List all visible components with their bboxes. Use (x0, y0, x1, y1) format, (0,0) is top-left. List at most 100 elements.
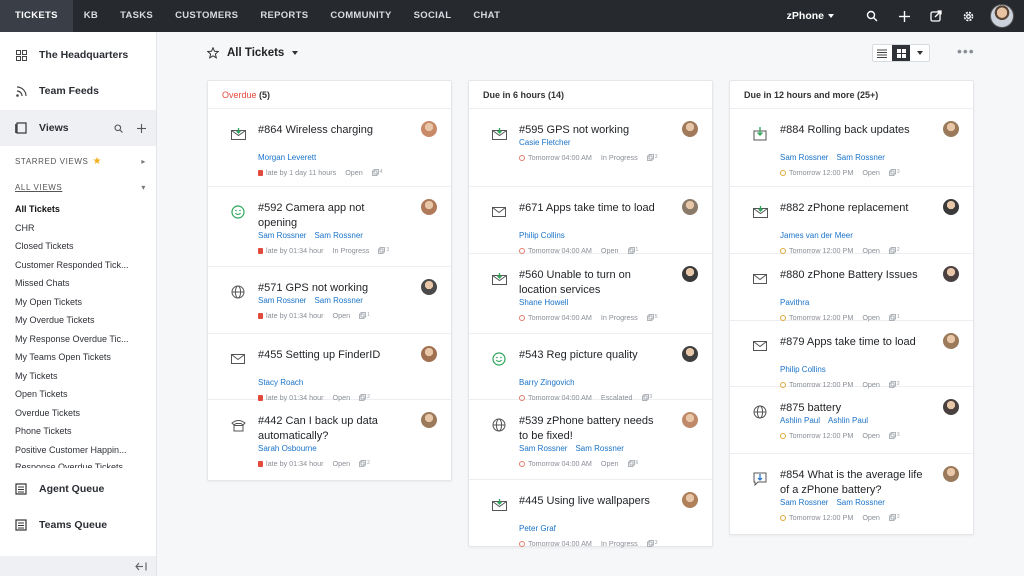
agent-link[interactable]: James van der Meer (780, 231, 853, 240)
ticket-title[interactable]: #442 Can I back up data automatically? (258, 414, 404, 444)
assignee-avatar[interactable] (943, 466, 959, 482)
ticket-card[interactable]: #560 Unable to turn on location services… (469, 254, 712, 334)
view-item[interactable]: Open Tickets (15, 385, 137, 404)
ticket-title[interactable]: #543 Reg picture quality (519, 348, 665, 363)
assignee-avatar[interactable] (943, 266, 959, 282)
ticket-card[interactable]: #445 Using live wallpapers Peter Graf Tomo… (469, 480, 712, 548)
view-item[interactable]: Positive Customer Happin... (15, 441, 137, 460)
assignee-avatar[interactable] (421, 121, 437, 137)
assignee-avatar[interactable] (421, 279, 437, 295)
assignee-avatar[interactable] (682, 346, 698, 362)
ticket-title[interactable]: #539 zPhone battery needs to be fixed! (519, 414, 665, 444)
gear-icon[interactable] (952, 0, 984, 32)
nav-social[interactable]: SOCIAL (403, 0, 463, 32)
collapse-sidebar-button[interactable] (0, 556, 156, 576)
agent-link[interactable]: Philip Collins (519, 231, 565, 240)
assignee-avatar[interactable] (943, 199, 959, 215)
ticket-status[interactable]: Open (862, 431, 880, 440)
agent-link[interactable]: Sam Rossner (519, 444, 567, 453)
agent-link[interactable]: Morgan Leverett (258, 153, 316, 162)
ticket-title[interactable]: #455 Setting up FinderID (258, 348, 404, 363)
assignee-avatar[interactable] (421, 412, 437, 428)
assignee-avatar[interactable] (943, 399, 959, 415)
ticket-status[interactable]: Open (601, 459, 619, 468)
ticket-status[interactable]: Open (862, 168, 880, 177)
ticket-status[interactable]: In Progress (333, 246, 370, 255)
ticket-title[interactable]: #560 Unable to turn on location services (519, 268, 665, 298)
sidebar-item-teams-queue[interactable]: Teams Queue (0, 507, 156, 543)
ticket-title[interactable]: #864 Wireless charging (258, 123, 404, 138)
list-view-button[interactable] (873, 45, 892, 61)
view-item[interactable]: Closed Tickets (15, 237, 137, 256)
view-item[interactable]: My Open Tickets (15, 293, 137, 312)
search-icon[interactable] (856, 0, 888, 32)
ticket-status[interactable]: In Progress (601, 539, 638, 548)
brand-switcher[interactable]: zPhone (787, 10, 834, 22)
agent-link[interactable]: Sam Rossner (314, 296, 362, 305)
agent-link[interactable]: Sam Rossner (258, 296, 306, 305)
agent-link[interactable]: Ashlin Paul (780, 416, 820, 425)
plus-icon[interactable] (137, 123, 146, 133)
ticket-card[interactable]: #884 Rolling back updates Sam Rossner Sam … (730, 109, 973, 187)
view-item[interactable]: Response Overdue Tickets (15, 459, 137, 468)
search-icon[interactable] (114, 123, 123, 133)
assignee-avatar[interactable] (421, 346, 437, 362)
view-item[interactable]: All Tickets (15, 200, 137, 219)
ticket-card[interactable]: #595 GPS not working Casie Fletcher Tomorr… (469, 109, 712, 187)
board-view-button[interactable] (891, 45, 911, 61)
nav-tickets[interactable]: TICKETS (0, 0, 73, 32)
assignee-avatar[interactable] (682, 121, 698, 137)
view-item[interactable]: My Teams Open Tickets (15, 348, 137, 367)
sidebar-item-team-feeds[interactable]: Team Feeds (0, 73, 156, 109)
ticket-title[interactable]: #884 Rolling back updates (780, 123, 926, 138)
assignee-avatar[interactable] (682, 199, 698, 215)
ticket-title[interactable]: #595 GPS not working (519, 123, 665, 138)
view-item[interactable]: Missed Chats (15, 274, 137, 293)
ticket-card[interactable]: #671 Apps take time to load Philip Collin… (469, 187, 712, 255)
agent-link[interactable]: Sam Rossner (780, 498, 828, 507)
agent-link[interactable]: Sam Rossner (836, 153, 884, 162)
sidebar-item-views[interactable]: Views (0, 110, 156, 146)
ticket-card[interactable]: #442 Can I back up data automatically? Sa… (208, 400, 451, 480)
nav-customers[interactable]: CUSTOMERS (164, 0, 249, 32)
agent-link[interactable]: Barry Zingovich (519, 378, 575, 387)
view-item[interactable]: Phone Tickets (15, 422, 137, 441)
ticket-title[interactable]: #671 Apps take time to load (519, 201, 665, 216)
view-item[interactable]: My Tickets (15, 367, 137, 386)
view-item[interactable]: CHR (15, 219, 137, 238)
user-avatar[interactable] (990, 4, 1014, 28)
agent-link[interactable]: Peter Graf (519, 524, 556, 533)
ticket-title[interactable]: #854 What is the average life of a zPhon… (780, 468, 926, 498)
ticket-title[interactable]: #875 battery (780, 401, 926, 416)
agent-link[interactable]: Pavithra (780, 298, 809, 307)
ticket-card[interactable]: #879 Apps take time to load Philip Collin… (730, 321, 973, 389)
ticket-card[interactable]: #571 GPS not working Sam Rossner Sam Rossn… (208, 267, 451, 334)
ticket-card[interactable]: #592 Camera app not opening Sam Rossner Sa… (208, 187, 451, 267)
agent-link[interactable]: Sam Rossner (314, 231, 362, 240)
star-outline-icon[interactable] (207, 47, 219, 59)
ticket-card[interactable]: #543 Reg picture quality Barry Zingovich T… (469, 334, 712, 402)
external-link-icon[interactable] (920, 0, 952, 32)
ticket-title[interactable]: #882 zPhone replacement (780, 201, 926, 216)
sidebar-item-headquarters[interactable]: The Headquarters (0, 37, 156, 73)
assignee-avatar[interactable] (682, 266, 698, 282)
ticket-card[interactable]: #882 zPhone replacement James van der Mee… (730, 187, 973, 255)
ticket-card[interactable]: #854 What is the average life of a zPhon… (730, 454, 973, 534)
nav-kb[interactable]: KB (73, 0, 109, 32)
agent-link[interactable]: Ashlin Paul (828, 416, 868, 425)
sidebar-item-agent-queue[interactable]: Agent Queue (0, 471, 156, 507)
agent-link[interactable]: Sarah Osbourne (258, 444, 317, 453)
agent-link[interactable]: Sam Rossner (780, 153, 828, 162)
ticket-status[interactable]: In Progress (601, 153, 638, 162)
ticket-status[interactable]: Open (333, 459, 351, 468)
view-item[interactable]: My Response Overdue Tic... (15, 330, 137, 349)
assignee-avatar[interactable] (682, 412, 698, 428)
all-views-header[interactable]: ALL VIEWS ▾ (0, 180, 156, 194)
assignee-avatar[interactable] (943, 333, 959, 349)
ticket-card[interactable]: #864 Wireless charging Morgan Leverett lat… (208, 109, 451, 187)
plus-icon[interactable] (888, 0, 920, 32)
agent-link[interactable]: Philip Collins (780, 365, 826, 374)
ticket-title[interactable]: #445 Using live wallpapers (519, 494, 665, 509)
view-selector[interactable]: All Tickets (207, 44, 299, 62)
agent-link[interactable]: Sam Rossner (258, 231, 306, 240)
